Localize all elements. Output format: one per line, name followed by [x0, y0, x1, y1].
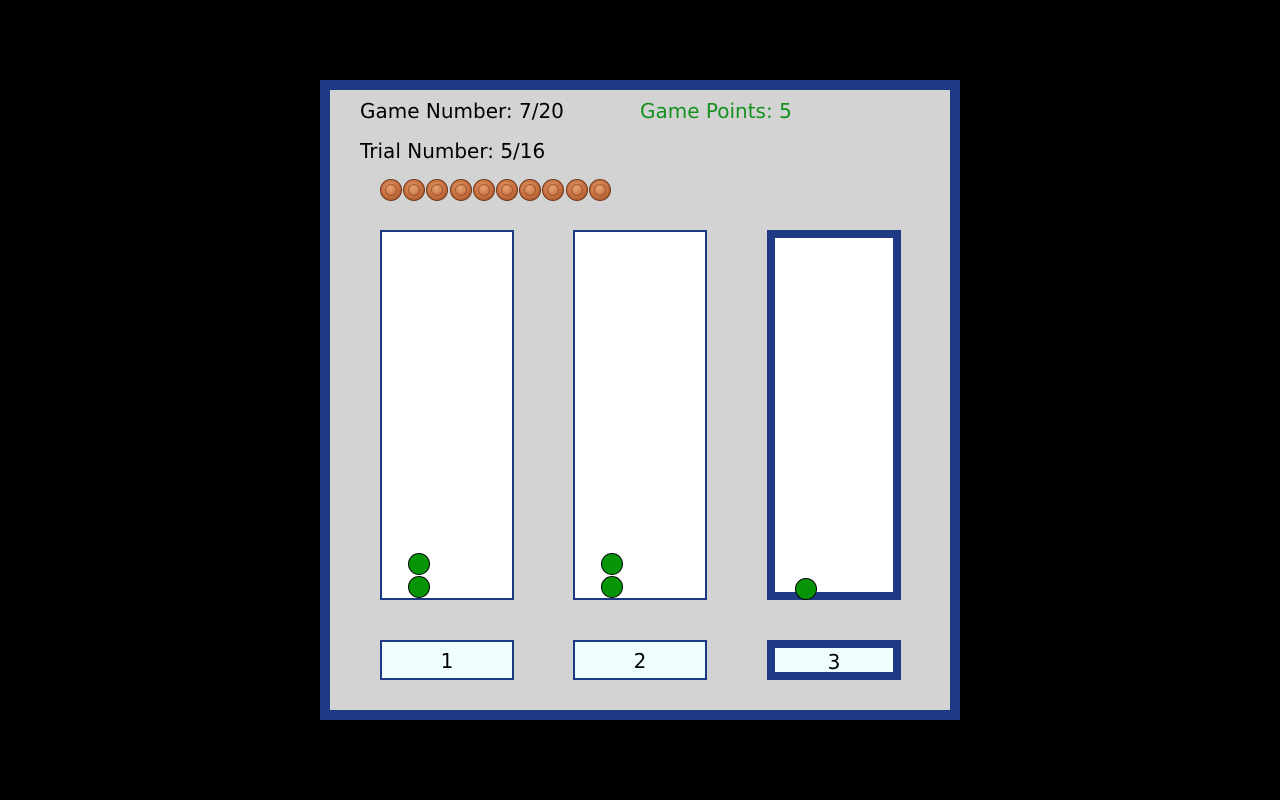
column-3-button[interactable]: 3	[767, 640, 901, 680]
penny-icon	[496, 179, 518, 201]
penny-icon	[426, 179, 449, 201]
column-1[interactable]	[380, 230, 514, 600]
ball	[601, 553, 623, 575]
penny-icon	[542, 179, 565, 201]
column-1-button[interactable]: 1	[380, 640, 514, 680]
penny-icon	[403, 179, 426, 201]
ball	[408, 576, 430, 598]
game-points: Game Points: 5	[640, 99, 792, 123]
penny-icon	[449, 179, 472, 201]
game-panel: Game Number: 7/20 Game Points: 5 Trial N…	[320, 80, 960, 720]
ball	[408, 553, 430, 575]
penny-icon	[472, 179, 495, 201]
penny-icon	[588, 179, 611, 201]
penny-icon	[519, 179, 542, 201]
column-2-button[interactable]: 2	[573, 640, 707, 680]
trial-number: Trial Number: 5/16	[360, 139, 546, 163]
penny-icon	[565, 179, 588, 201]
ball	[601, 576, 623, 598]
column-2[interactable]	[573, 230, 707, 600]
column-3[interactable]	[767, 230, 901, 600]
game-number: Game Number: 7/20	[360, 99, 564, 123]
ball	[795, 578, 817, 600]
penny-icon	[380, 179, 402, 201]
